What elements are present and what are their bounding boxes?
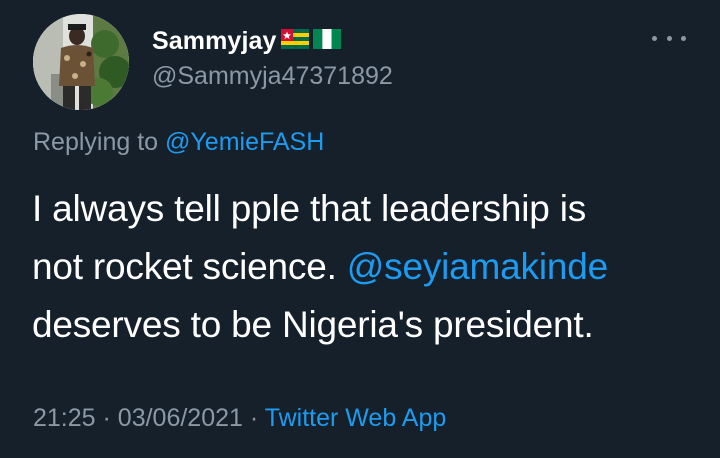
tweet-source-link[interactable]: Twitter Web App (265, 404, 447, 432)
meta-separator: · (249, 404, 259, 432)
tweet-text-segment: not rocket science. (32, 246, 337, 287)
name-row: Sammyjay (152, 26, 393, 56)
tweet-text-line: I always tell pple that leadership is (32, 188, 587, 229)
avatar[interactable] (33, 14, 129, 110)
nigeria-flag-icon (312, 28, 341, 54)
more-horizontal-icon (652, 35, 657, 41)
tweet-card: Sammyjay @Sammyja47371892 Replying to @Y… (0, 0, 720, 458)
replying-to-mention-link[interactable]: @YemieFASH (165, 128, 324, 156)
more-horizontal-icon (666, 35, 672, 41)
togo-flag-icon (280, 28, 309, 54)
avatar-photo (33, 14, 129, 110)
tweet-time[interactable]: 21:25 (33, 404, 96, 432)
replying-to-label: Replying to (33, 128, 159, 156)
more-options-button[interactable] (652, 28, 686, 48)
tweet-text-line: not rocket science. @seyiamakinde (32, 238, 692, 296)
author-block: Sammyjay @Sammyja47371892 (152, 26, 393, 91)
user-handle[interactable]: @Sammyja47371892 (152, 62, 393, 91)
display-name[interactable]: Sammyjay (152, 27, 277, 56)
more-horizontal-icon (681, 35, 686, 41)
tweet-date[interactable]: 03/06/2021 (118, 404, 243, 432)
tweet-text: I always tell pple that leadership is no… (32, 180, 692, 354)
tweet-meta: 21:25 · 03/06/2021 · Twitter Web App (33, 404, 446, 433)
tweet-text-line: deserves to be Nigeria's president. (32, 304, 594, 345)
mention-link[interactable]: @seyiamakinde (347, 246, 608, 287)
replying-to: Replying to @YemieFASH (33, 128, 324, 157)
meta-separator: · (102, 404, 111, 432)
